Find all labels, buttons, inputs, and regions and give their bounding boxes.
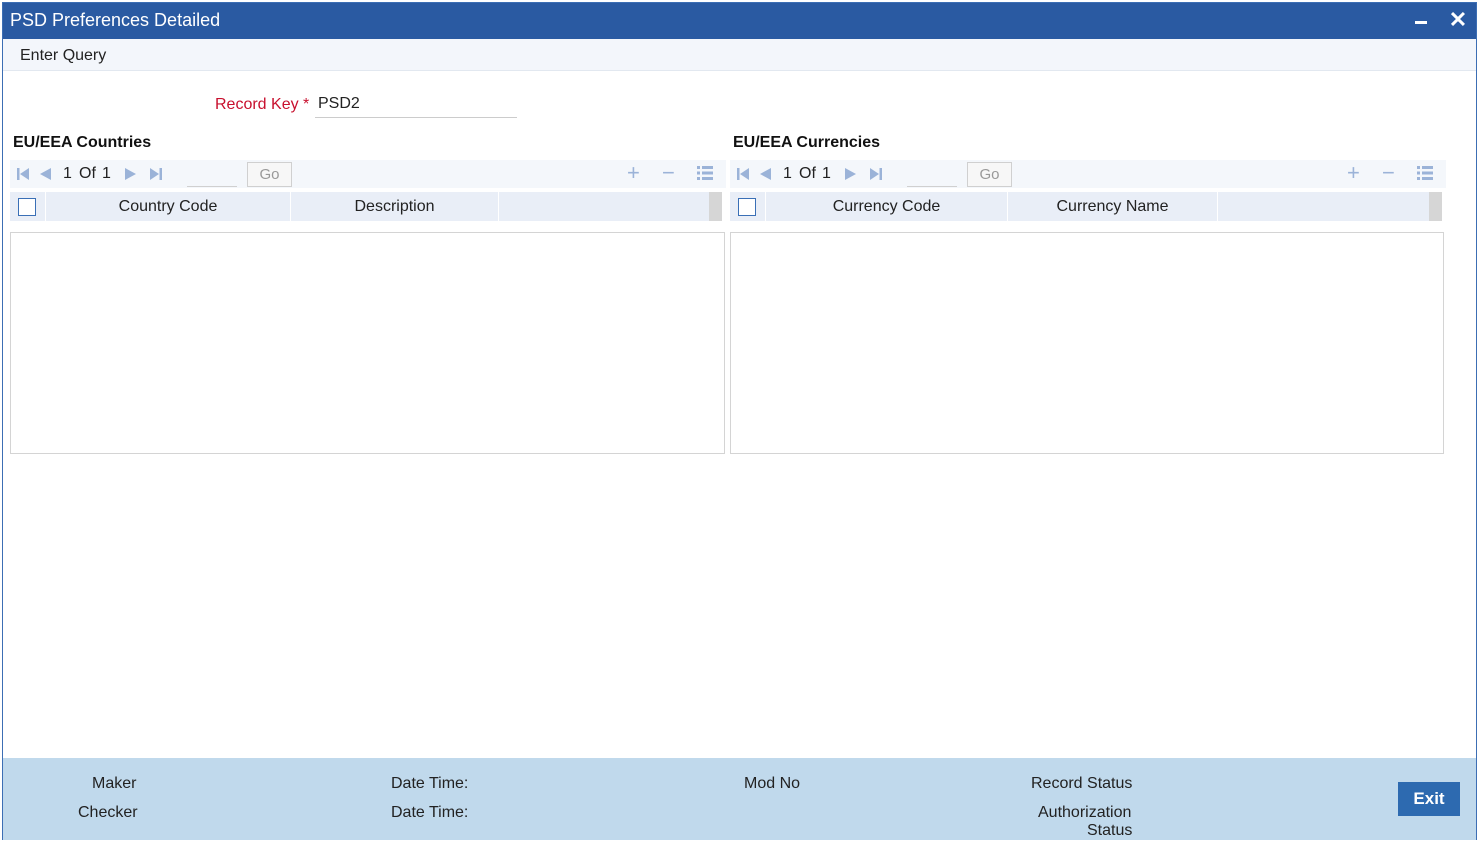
close-icon: ✕: [1448, 7, 1468, 32]
currencies-page-current: 1: [783, 165, 792, 182]
currencies-page-of: Of: [799, 165, 816, 182]
menu-bar: Enter Query: [3, 39, 1476, 71]
currencies-go-button[interactable]: Go: [967, 162, 1012, 187]
title-bar: PSD Preferences Detailed ✕: [3, 3, 1476, 39]
window-title: PSD Preferences Detailed: [10, 10, 221, 30]
maker-date-time-label: Date Time:: [391, 775, 469, 792]
countries-go-button[interactable]: Go: [247, 162, 292, 187]
column-header-currency-code[interactable]: Currency Code: [766, 192, 1008, 221]
next-page-icon[interactable]: [844, 167, 858, 181]
next-page-icon[interactable]: [124, 167, 138, 181]
countries-grid: 1 Of 1 Go + − Country Code Description: [10, 160, 726, 454]
currencies-header-scrollbar: [1429, 192, 1442, 221]
record-key-input[interactable]: [315, 91, 517, 118]
countries-page-total: 1: [102, 165, 111, 182]
view-list-icon[interactable]: [697, 165, 713, 181]
minimize-button[interactable]: [1409, 8, 1433, 32]
maker-label: Maker: [92, 775, 137, 792]
column-header-country-code[interactable]: Country Code: [46, 192, 291, 221]
first-page-icon[interactable]: [16, 167, 30, 181]
countries-header-row: Country Code Description: [10, 192, 722, 221]
countries-page-of: Of: [79, 165, 96, 182]
required-mark: *: [303, 96, 310, 113]
mod-no-label: Mod No: [744, 775, 801, 792]
countries-section-title: EU/EEA Countries: [13, 134, 152, 151]
prev-page-icon[interactable]: [38, 167, 52, 181]
psd-preferences-window: PSD Preferences Detailed ✕ Enter Query R…: [2, 2, 1477, 840]
enter-query-menu-item[interactable]: Enter Query: [20, 47, 106, 65]
minimize-icon: [1415, 20, 1427, 24]
record-key-label-text: Record Key: [215, 96, 299, 113]
countries-select-all-cell: [10, 192, 46, 221]
record-key-label: Record Key *: [215, 96, 309, 114]
currencies-select-all-checkbox[interactable]: [738, 198, 756, 216]
currencies-section-title: EU/EEA Currencies: [733, 134, 881, 151]
countries-grid-toolbar: 1 Of 1 Go + −: [10, 160, 726, 188]
countries-page-input[interactable]: [187, 163, 237, 187]
add-row-icon[interactable]: +: [1347, 160, 1360, 186]
checker-label: Checker: [78, 804, 138, 821]
countries-page-current: 1: [63, 165, 72, 182]
currencies-header-row: Currency Code Currency Name: [730, 192, 1442, 221]
view-list-icon[interactable]: [1417, 165, 1433, 181]
column-header-currency-name[interactable]: Currency Name: [1008, 192, 1218, 221]
countries-select-all-checkbox[interactable]: [18, 198, 36, 216]
close-button[interactable]: ✕: [1446, 7, 1470, 32]
last-page-icon[interactable]: [149, 167, 163, 181]
prev-page-icon[interactable]: [758, 167, 772, 181]
authorization-status-label-1: Authorization: [1038, 804, 1132, 821]
add-row-icon[interactable]: +: [627, 160, 640, 186]
currencies-page-total: 1: [822, 165, 831, 182]
delete-row-icon[interactable]: −: [1382, 160, 1395, 186]
currencies-grid-body: [730, 232, 1444, 454]
column-header-description[interactable]: Description: [291, 192, 499, 221]
countries-grid-body: [10, 232, 725, 454]
currencies-page-input[interactable]: [907, 163, 957, 187]
first-page-icon[interactable]: [736, 167, 750, 181]
countries-header-scrollbar: [709, 192, 722, 221]
checker-date-time-label: Date Time:: [391, 804, 469, 821]
currencies-grid: 1 Of 1 Go + − Currency Code Currency Nam…: [730, 160, 1446, 454]
currencies-grid-toolbar: 1 Of 1 Go + −: [730, 160, 1446, 188]
record-status-label: Record Status: [1031, 775, 1133, 792]
currencies-select-all-cell: [730, 192, 766, 221]
delete-row-icon[interactable]: −: [662, 160, 675, 186]
audit-footer: Maker Checker Date Time: Date Time: Mod …: [3, 758, 1476, 840]
last-page-icon[interactable]: [869, 167, 883, 181]
exit-button[interactable]: Exit: [1398, 782, 1460, 816]
authorization-status-label-2: Status: [1087, 822, 1133, 839]
